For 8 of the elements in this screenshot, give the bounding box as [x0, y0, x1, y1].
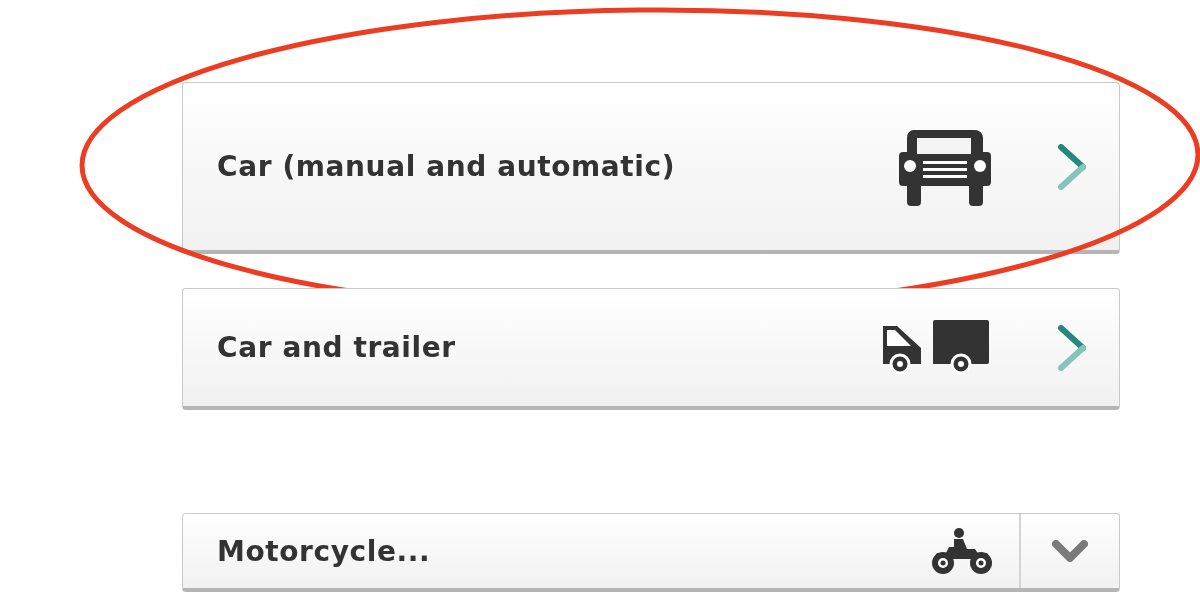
chevron-right-icon: [1057, 324, 1087, 371]
option-button[interactable]: Car and trailer: [182, 288, 1120, 410]
dropdown-button[interactable]: Motorcycle...: [182, 513, 1120, 592]
chevron-right-icon: [1057, 143, 1087, 190]
van-with-trailer-icon: [881, 319, 991, 376]
motorcycle-rider-icon: [931, 527, 993, 575]
caret-icon: [1052, 540, 1088, 562]
option-button[interactable]: Car (manual and automatic): [182, 82, 1120, 254]
